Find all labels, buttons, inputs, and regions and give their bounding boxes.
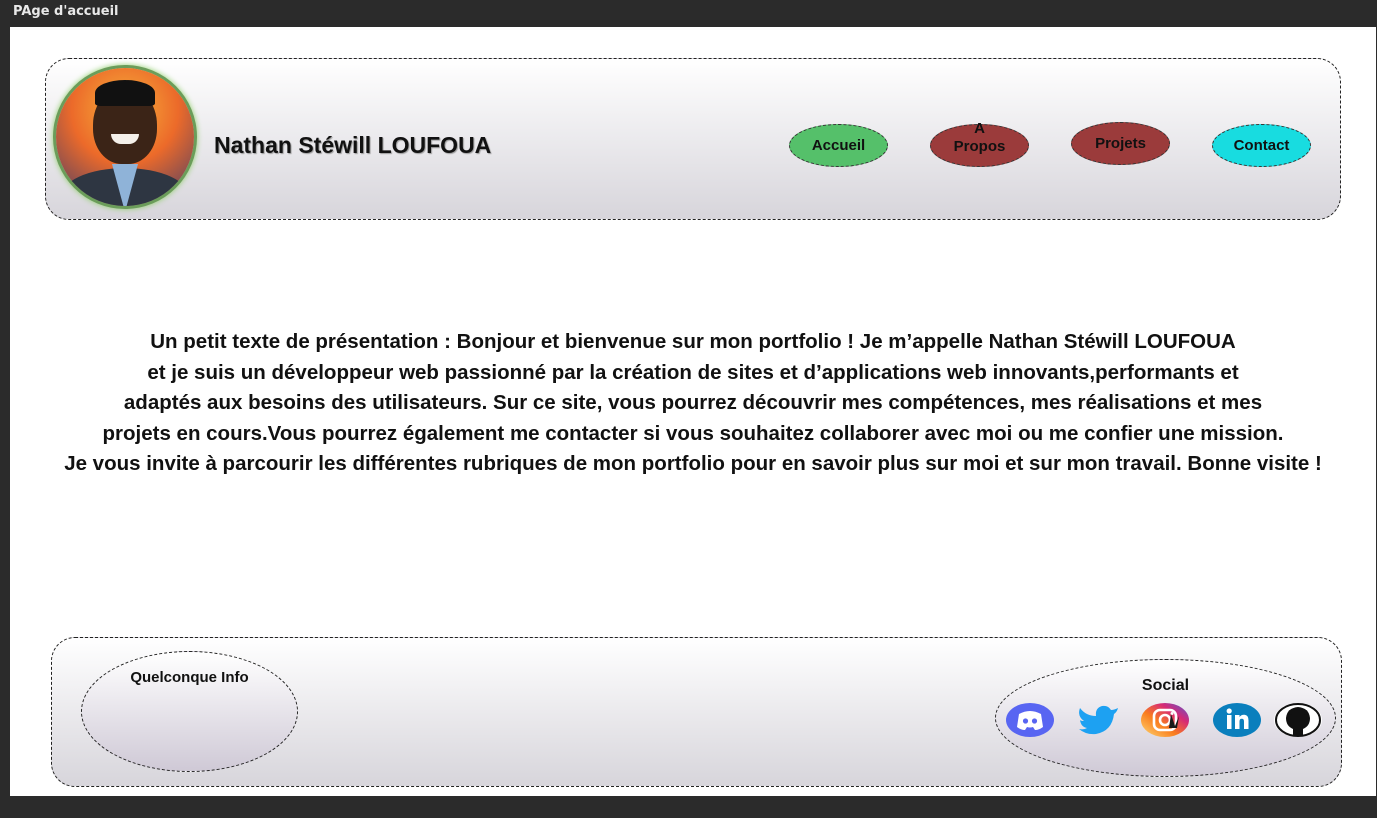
nav-projets-label: Projets	[1095, 134, 1146, 152]
nav-apropos-button[interactable]: A Propos	[930, 120, 1029, 167]
window-title: PAge d'accueil	[13, 4, 119, 19]
footer-banner: Quelconque Info Social	[51, 637, 1342, 787]
social-label: Social	[1141, 677, 1190, 694]
social-panel: Social	[995, 659, 1336, 777]
header-banner: Nathan Stéwill LOUFOUA Accueil A Propos …	[45, 58, 1341, 220]
nav-contact-label: Contact	[1233, 136, 1290, 154]
intro-line: et je suis un développeur web passionné …	[147, 360, 1239, 384]
intro-line: projets en cours.Vous pourrez également …	[102, 421, 1284, 445]
site-name: Nathan Stéwill LOUFOUA	[214, 132, 492, 158]
discord-icon[interactable]	[1006, 702, 1054, 738]
intro-line: Un petit texte de présentation : Bonjour…	[150, 330, 1236, 353]
linkedin-icon[interactable]	[1213, 702, 1261, 738]
twitter-icon[interactable]	[1074, 702, 1122, 738]
intro-line: Je vous invite à parcourir les différent…	[64, 452, 1322, 475]
nav-contact-button[interactable]: Contact	[1212, 124, 1311, 167]
nav-accueil-button[interactable]: Accueil	[789, 124, 888, 167]
info-panel: Quelconque Info	[81, 651, 298, 772]
intro-text: Un petit texte de présentation : Bonjour…	[10, 327, 1376, 480]
github-icon[interactable]	[1274, 702, 1322, 738]
page-canvas: Nathan Stéwill LOUFOUA Accueil A Propos …	[10, 27, 1376, 796]
instagram-icon[interactable]	[1141, 702, 1189, 738]
avatar	[56, 68, 194, 206]
intro-line: adaptés aux besoins des utilisateurs. Su…	[123, 391, 1263, 414]
nav-apropos-label: A Propos	[953, 119, 1006, 155]
nav-projets-button[interactable]: Projets	[1071, 122, 1170, 165]
nav-accueil-label: Accueil	[811, 136, 866, 154]
info-label: Quelconque Info	[130, 669, 249, 686]
